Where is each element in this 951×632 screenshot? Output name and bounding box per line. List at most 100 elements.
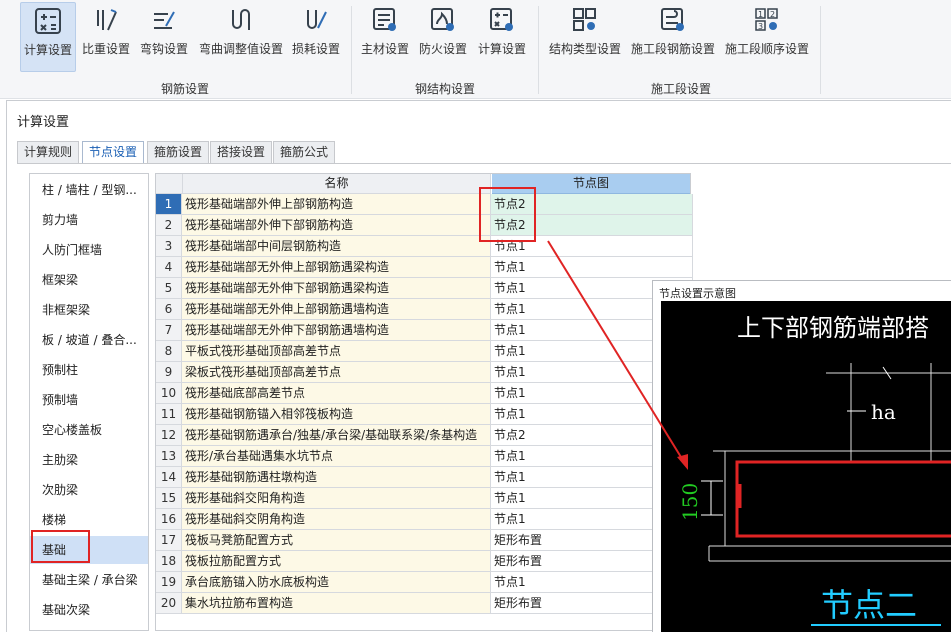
category-item[interactable]: 主肋梁 [30, 446, 148, 474]
table-row[interactable]: 4 筏形基础端部无外伸上部钢筋遇梁构造 节点1 [156, 257, 693, 278]
segment-rebar-label: 施工段钢筋设置 [630, 42, 715, 56]
main-material-icon [373, 8, 396, 31]
row-number: 15 [156, 488, 182, 509]
table-row[interactable]: 10 筏形基础底部高差节点 节点1 [156, 383, 693, 404]
row-number: 6 [156, 299, 182, 320]
row-number: 7 [156, 320, 182, 341]
diagram-caption: 节点二 [821, 586, 917, 624]
table-row[interactable]: 11 筏形基础钢筋锚入相邻筏板构造 节点1 [156, 404, 693, 425]
table-row[interactable]: 3 筏形基础端部中间层钢筋构造 节点1 [156, 236, 693, 257]
main-material-label: 主材设置 [360, 42, 409, 56]
row-name-cell: 承台底筋锚入防水底板构造 [182, 572, 491, 593]
segment-order-button[interactable]: 123 施工段顺序设置 [722, 2, 812, 70]
header-corner [156, 174, 183, 194]
table-row[interactable]: 14 筏形基础钢筋遇柱墩构造 节点1 [156, 467, 693, 488]
row-name-cell: 筏形/承台基础遇集水坑节点 [182, 446, 491, 467]
category-item[interactable]: 基础主梁 / 承台梁 [30, 566, 148, 594]
tab-lap-settings[interactable]: 搭接设置 [210, 141, 273, 163]
svg-text:1: 1 [758, 10, 763, 19]
table-row[interactable]: 1 筏形基础端部外伸上部钢筋构造 节点2 [156, 194, 693, 215]
fireproof-button[interactable]: 防火设置 [416, 2, 470, 70]
ribbon-separator [538, 6, 539, 94]
tab-node-settings[interactable]: 节点设置 [82, 141, 145, 164]
category-item[interactable]: 柱 / 墙柱 / 型钢... [30, 176, 148, 204]
node-preview-panel: 节点设置示意图 上下部钢筋端部搭 ha 150 节点二 [652, 280, 951, 632]
category-item[interactable]: 预制墙 [30, 386, 148, 414]
table-row[interactable]: 7 筏形基础端部无外伸下部钢筋遇墙构造 节点1 [156, 320, 693, 341]
table-row[interactable]: 18 筏板拉筋配置方式 矩形布置 [156, 551, 693, 572]
category-item[interactable]: 非框架梁 [30, 296, 148, 324]
ribbon-toolbar: 计算设置 比重设置 弯钩设置 弯曲调整值设置 损耗设置 主材设置 防火设置 计算… [0, 0, 951, 99]
svg-text:3: 3 [758, 22, 763, 31]
table-row[interactable]: 16 筏形基础斜交阴角构造 节点1 [156, 509, 693, 530]
row-name-cell: 筏形基础钢筋遇柱墩构造 [182, 467, 491, 488]
table-row[interactable]: 6 筏形基础端部无外伸上部钢筋遇墙构造 节点1 [156, 299, 693, 320]
row-name-cell: 筏形基础端部无外伸上部钢筋遇墙构造 [182, 299, 491, 320]
hook-settings-button[interactable]: 弯钩设置 [138, 2, 190, 70]
category-item[interactable]: 人防门框墙 [30, 236, 148, 264]
table-row[interactable]: 17 筏板马凳筋配置方式 矩形布置 [156, 530, 693, 551]
steel-calc-settings-label: 计算设置 [477, 42, 526, 56]
row-number: 17 [156, 530, 182, 551]
segment-order-icon: 1 23 [755, 8, 778, 31]
table-row[interactable]: 9 梁板式筏形基础顶部高差节点 节点1 [156, 362, 693, 383]
row-name-cell: 筏形基础端部外伸下部钢筋构造 [182, 215, 491, 236]
hook-settings-icon [154, 11, 175, 29]
node-settings-table: 名称 节点图 1 筏形基础端部外伸上部钢筋构造 节点2 2 筏形基础端部外伸下部钢筋构造… [155, 173, 693, 631]
tab-stirrup-settings[interactable]: 箍筋设置 [147, 141, 210, 163]
category-item[interactable]: 空心楼盖板 [30, 416, 148, 444]
row-number: 11 [156, 404, 182, 425]
table-row[interactable]: 13 筏形/承台基础遇集水坑节点 节点1 [156, 446, 693, 467]
row-name-cell: 筏形基础底部高差节点 [182, 383, 491, 404]
row-name-cell: 集水坑拉筋布置构造 [182, 593, 491, 614]
annotation-highlight-nodes [479, 187, 536, 242]
table-row[interactable]: 5 筏形基础端部无外伸下部钢筋遇梁构造 节点1 [156, 278, 693, 299]
table-row[interactable]: 12 筏形基础钢筋遇承台/独基/承台梁/基础联系梁/条基构造 节点2 [156, 425, 693, 446]
fireproof-icon [431, 8, 454, 31]
table-row[interactable]: 15 筏形基础斜交阳角构造 节点1 [156, 488, 693, 509]
row-number: 5 [156, 278, 182, 299]
tab-divider [17, 163, 951, 164]
calc-settings-button[interactable]: 计算设置 [20, 2, 76, 72]
table-row[interactable]: 2 筏形基础端部外伸下部钢筋构造 节点2 [156, 215, 693, 236]
group-label-segment: 施工段设置 [650, 82, 711, 96]
ribbon-separator [351, 6, 352, 94]
steel-calc-settings-button[interactable]: 计算设置 [474, 2, 530, 70]
row-name-cell: 筏形基础端部无外伸下部钢筋遇墙构造 [182, 320, 491, 341]
row-name-cell: 筏形基础钢筋遇承台/独基/承台梁/基础联系梁/条基构造 [182, 425, 491, 446]
tab-calc-rules[interactable]: 计算规则 [17, 141, 80, 163]
row-name-cell: 筏形基础端部无外伸上部钢筋遇梁构造 [182, 257, 491, 278]
tab-stirrup-formula[interactable]: 箍筋公式 [273, 141, 336, 163]
row-number: 12 [156, 425, 182, 446]
row-number: 9 [156, 362, 182, 383]
hook-settings-label: 弯钩设置 [139, 42, 188, 56]
category-item[interactable]: 板 / 坡道 / 叠合... [30, 326, 148, 354]
category-item[interactable]: 剪力墙 [30, 206, 148, 234]
row-node-cell[interactable]: 节点1 [491, 257, 693, 278]
density-settings-button[interactable]: 比重设置 [80, 2, 132, 70]
row-name-cell: 筏形基础端部中间层钢筋构造 [182, 236, 491, 257]
row-number: 2 [156, 215, 182, 236]
category-item[interactable]: 基础次梁 [30, 596, 148, 624]
category-item[interactable]: 次肋梁 [30, 476, 148, 504]
structure-type-label: 结构类型设置 [548, 42, 621, 56]
row-name-cell: 梁板式筏形基础顶部高差节点 [182, 362, 491, 383]
row-number: 8 [156, 341, 182, 362]
category-item[interactable]: 框架梁 [30, 266, 148, 294]
segment-rebar-button[interactable]: 施工段钢筋设置 [628, 2, 718, 70]
structure-type-button[interactable]: 结构类型设置 [546, 2, 624, 70]
drawing-title: 上下部钢筋端部搭 [737, 314, 929, 342]
category-item[interactable]: 预制柱 [30, 356, 148, 384]
table-row[interactable]: 20 集水坑拉筋布置构造 矩形布置 [156, 593, 693, 614]
loss-settings-button[interactable]: 损耗设置 [290, 2, 342, 70]
row-name-cell: 筏板马凳筋配置方式 [182, 530, 491, 551]
table-row[interactable]: 19 承台底筋锚入防水底板构造 节点1 [156, 572, 693, 593]
row-number: 19 [156, 572, 182, 593]
segment-rebar-icon [661, 8, 684, 31]
svg-text:2: 2 [770, 10, 775, 19]
row-number: 18 [156, 551, 182, 572]
table-row[interactable]: 8 平板式筏形基础顶部高差节点 节点1 [156, 341, 693, 362]
row-number: 14 [156, 467, 182, 488]
bend-adjust-button[interactable]: 弯曲调整值设置 [196, 2, 286, 70]
main-material-button[interactable]: 主材设置 [358, 2, 412, 70]
